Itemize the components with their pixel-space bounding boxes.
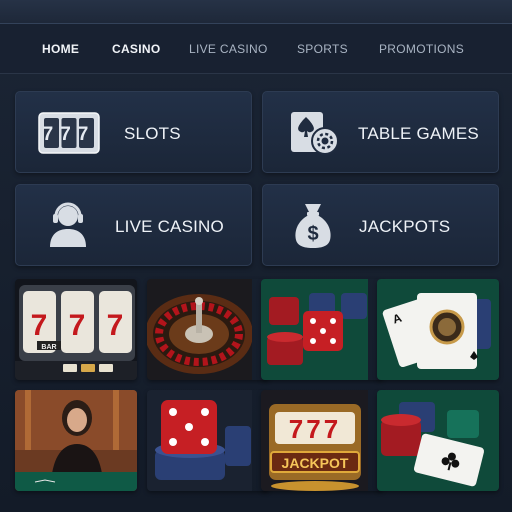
nav-casino[interactable]: CASINO: [112, 42, 160, 56]
main-nav: HOME CASINO LIVE CASINO SPORTS PROMOTION…: [0, 24, 512, 74]
game-tile-jackpot-slot[interactable]: 777 JACKPOT: [261, 390, 383, 491]
game-tile-cards-chip[interactable]: A: [377, 279, 499, 380]
cards-chip-icon: [289, 110, 339, 161]
category-live-casino-label: LIVE CASINO: [115, 217, 224, 236]
money-bag-symbol: $: [307, 223, 318, 245]
top-bar: [0, 0, 512, 24]
slot-icon-digit: 777: [43, 124, 96, 145]
game-tile-poker-chips-cards[interactable]: [377, 390, 499, 491]
category-table-games[interactable]: TABLE GAMES: [262, 91, 499, 173]
nav-live-casino[interactable]: LIVE CASINO: [189, 42, 268, 56]
game-tile-live-dealer[interactable]: [15, 390, 137, 491]
nav-sports[interactable]: SPORTS: [297, 42, 348, 56]
dealer-headset-icon: [46, 201, 90, 254]
game-tile-roulette[interactable]: [147, 279, 269, 380]
slot-777-icon: 777: [38, 112, 100, 159]
game-tile-dice-chips[interactable]: [147, 390, 269, 491]
category-jackpots-label: JACKPOTS: [359, 217, 451, 236]
slot-bar-plate: BAR: [41, 344, 56, 351]
slot-reel-2: 7: [69, 309, 86, 342]
category-live-casino[interactable]: LIVE CASINO: [15, 184, 252, 266]
slot-reel-1: 7: [31, 309, 48, 342]
game-tile-slot-machine[interactable]: 7 7 7 BAR: [15, 279, 137, 380]
money-bag-icon: $: [293, 200, 333, 255]
category-slots-label: SLOTS: [124, 124, 181, 143]
nav-home[interactable]: HOME: [42, 42, 79, 56]
nav-promotions[interactable]: PROMOTIONS: [379, 42, 464, 56]
category-jackpots[interactable]: $ JACKPOTS: [262, 184, 499, 266]
category-table-games-label: TABLE GAMES: [358, 124, 479, 143]
game-tile-chips-dice[interactable]: [261, 279, 383, 380]
category-slots[interactable]: 777 SLOTS: [15, 91, 252, 173]
slot-reel-3: 7: [107, 309, 124, 342]
jackpot-reels: 777: [289, 414, 341, 444]
jackpot-banner: JACKPOT: [282, 455, 349, 471]
